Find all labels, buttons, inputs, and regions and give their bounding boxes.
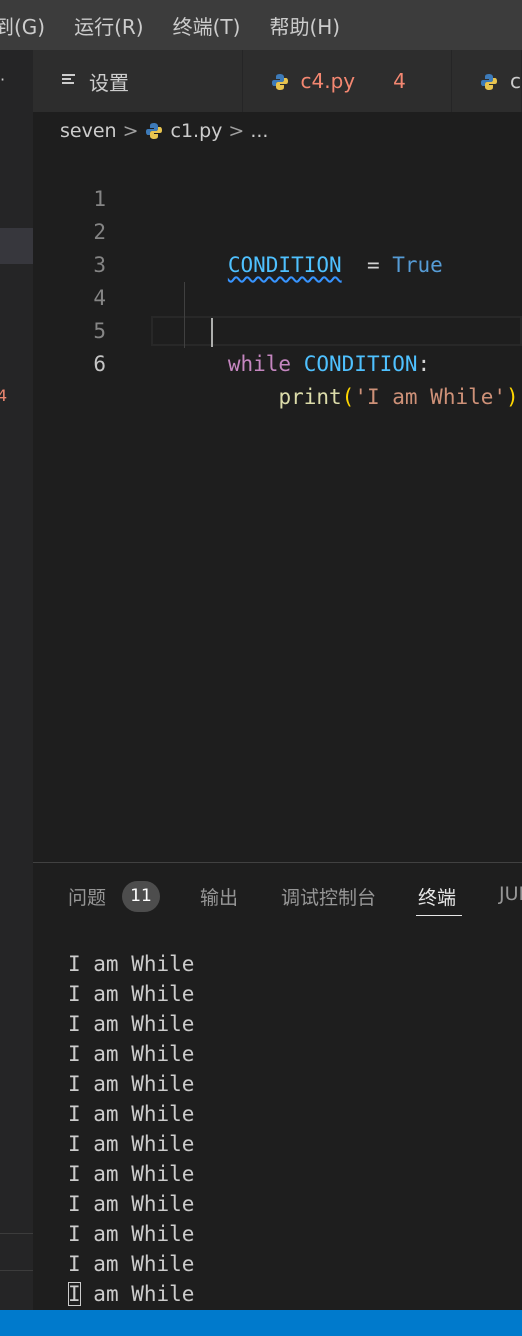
code-token: ) [506,385,519,409]
tab-problem-count: 4 [393,69,406,93]
terminal-text: am While [80,1282,195,1306]
tab-terminal[interactable]: 终端 [418,883,456,910]
terminal-line: I am While [68,1162,195,1186]
python-icon [145,122,163,140]
breadcrumb-more[interactable]: ... [250,120,268,142]
selected-file-row[interactable] [0,228,33,264]
tab-c4-py[interactable]: c4.py 4 [242,50,452,112]
terminal-line: I am While [68,1072,195,1096]
panel-tabs: 问题 11 输出 调试控制台 终端 JUI [33,863,522,929]
code-line: 1 CONDITION = True [33,150,522,277]
bottom-panel: 问题 11 输出 调试控制台 终端 JUI I am While I am Whi… [33,862,522,1311]
code-line: 6 [33,315,522,376]
menu-goto[interactable]: 到(G) [0,11,45,40]
terminal-line: I am While [68,1012,195,1036]
terminal-line: I am While [68,1102,195,1126]
tab-label: 设置 [89,70,129,95]
terminal-output[interactable]: I am While I am While I am While I am Wh… [68,949,194,1309]
breadcrumb-file[interactable]: c1.py [171,120,223,142]
code-editor[interactable]: 1 CONDITION = True 2 3 4 while CONDITION… [33,150,522,862]
menu-help[interactable]: 帮助(H) [269,11,340,40]
code-token: 'I am While' [354,385,507,409]
terminal-line: I am While [68,1132,195,1156]
tab-output[interactable]: 输出 [200,883,238,910]
python-icon [480,72,498,90]
file-problem-count: 4 [0,386,8,405]
explorer-sidebar: · 4 [0,50,33,1310]
terminal-line: I am While [68,982,195,1006]
python-icon [271,72,289,90]
tab-jupyter[interactable]: JUI [499,883,522,905]
problems-count-badge: 11 [122,881,161,912]
sidebar-divider [0,1270,33,1271]
breadcrumb: seven > c1.py > ... [60,116,268,146]
terminal-cursor: I [68,1282,81,1306]
line-number: 6 [93,352,106,376]
code-line: 5 print('I am While') [33,282,522,409]
sidebar-divider [0,1233,33,1234]
menu-terminal[interactable]: 终端(T) [173,11,241,40]
code-token: print [278,385,342,409]
terminal-line: I am While [68,1222,195,1246]
menu-bar: 到(G) 运行(R) 终端(T) 帮助(H) [0,0,522,50]
tab-label: c4.py [300,69,356,93]
more-actions-icon[interactable]: · [0,70,5,89]
active-tab-indicator [416,915,462,916]
tab-settings[interactable]: 设置 [33,50,243,112]
tab-label: 问题 [68,887,107,909]
chevron-right-icon: > [122,120,139,142]
tab-label: c [510,69,521,93]
code-line: 2 [33,183,522,244]
terminal-line: I am While [68,952,195,976]
status-bar [0,1310,522,1336]
code-line: 4 while CONDITION: [33,249,522,376]
tab-c-py[interactable]: c [452,50,522,112]
tab-debug-console[interactable]: 调试控制台 [281,883,376,910]
menu-run[interactable]: 运行(R) [74,11,144,40]
settings-list-icon [61,71,81,92]
chevron-right-icon: > [228,120,245,142]
breadcrumb-folder[interactable]: seven [60,120,117,142]
code-line: 3 [33,216,522,277]
terminal-line: I am While [68,1192,195,1216]
terminal-line: I am While [68,1042,195,1066]
editor-tabs: 设置 c4.py 4 c [33,50,522,112]
code-token: ( [341,385,355,409]
text-cursor [211,318,213,347]
terminal-line: I am While [68,1252,195,1276]
tab-problems[interactable]: 问题 11 [68,881,161,914]
terminal-line: I am While [68,1279,194,1309]
